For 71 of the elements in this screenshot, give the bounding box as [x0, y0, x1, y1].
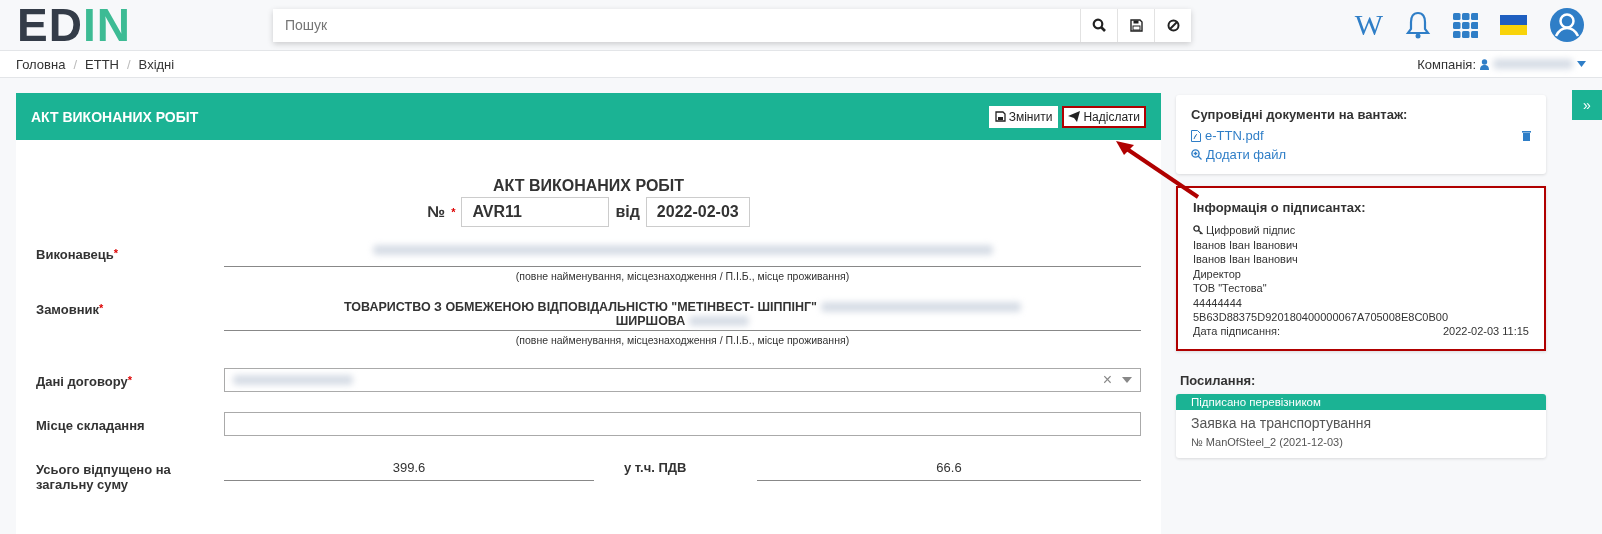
bell-icon[interactable] [1405, 10, 1431, 40]
field-label: Дані договору [36, 374, 128, 389]
link-number: № ManOfSteel_2 (2021-12-03) [1191, 435, 1344, 448]
signer-detail: 5B63D88375D920180400000067A705008E8C0B00 [1193, 310, 1450, 325]
trash-icon[interactable] [1522, 130, 1531, 141]
wiki-link[interactable]: W [1354, 10, 1383, 40]
breadcrumb-link[interactable]: Головна [16, 56, 66, 72]
field-label: Виконавець [36, 247, 114, 262]
field-label: Місце складання [36, 418, 145, 433]
clear-icon[interactable]: × [1102, 371, 1112, 389]
search-field[interactable]: Пошук [273, 8, 1191, 42]
required-mark: * [127, 374, 132, 386]
status-banner: Підписано перевізником [1176, 393, 1546, 410]
field-label: Усього відпущено на загальну суму [36, 462, 171, 492]
pdf-file-icon [1191, 129, 1201, 142]
breadcrumb-link[interactable]: ЕТТН [85, 56, 119, 72]
edit-button[interactable]: Змінити [988, 105, 1059, 128]
required-mark: * [99, 302, 104, 314]
paper-plane-icon [1068, 111, 1081, 122]
date-field[interactable]: 2022-02-03 [645, 197, 750, 227]
field-hint: (повне найменування, місцезнаходження / П.І.Б., місце проживання) [514, 334, 851, 346]
date-label: від [615, 203, 640, 221]
flag-icon[interactable] [1500, 15, 1527, 35]
caret-down-icon[interactable] [1577, 61, 1586, 67]
document-title: АКТ ВИКОНАНИХ РОБІТ [31, 108, 199, 125]
logo[interactable]: EDIN [17, 2, 273, 48]
sign-date-value: 2022-02-03 11:15 [1442, 324, 1529, 337]
breadcrumb-separator: / [73, 56, 78, 72]
field-hint: (повне найменування, місцезнаходження / П.І.Б., місце проживання) [514, 270, 851, 282]
signature-label: Цифровий підпис [1206, 223, 1296, 238]
vat-label: у т.ч. ПДВ [623, 459, 688, 475]
signer-detail: 44444444 [1193, 295, 1243, 310]
vat-value: 66.6 [757, 456, 1141, 481]
user-icon [1480, 58, 1489, 70]
apps-grid-icon[interactable] [1453, 12, 1478, 38]
clear-button[interactable] [1154, 8, 1191, 42]
company-label: Компанія: [1417, 56, 1476, 72]
file-link[interactable]: e-TTN.pdf [1205, 128, 1264, 143]
required-mark: * [451, 206, 456, 218]
card-title: Інформація о підписантах: [1193, 200, 1367, 215]
save-button[interactable] [1117, 8, 1154, 42]
link-title: Заявка на транспортування [1191, 414, 1373, 431]
form-title: АКТ ВИКОНАНИХ РОБІТ [491, 177, 686, 195]
required-mark: * [113, 247, 119, 259]
user-avatar-icon[interactable] [1549, 7, 1585, 43]
send-button[interactable]: Надіслати [1062, 105, 1146, 128]
link-card[interactable]: Підписано перевізником Заявка на транспортування № ManOfSteel_2 (2021-12-03) [1176, 393, 1546, 458]
breadcrumb-link[interactable]: Вхідні [138, 56, 175, 72]
signer-detail: Іванов Іван Іванович [1193, 237, 1299, 252]
add-file-link[interactable]: Додати файл [1206, 147, 1287, 162]
number-label: № [427, 203, 446, 221]
field-label: Замовник [36, 302, 100, 317]
key-icon [1193, 225, 1204, 236]
total-value: 399.6 [224, 456, 594, 481]
signer-detail: Директор [1193, 266, 1242, 281]
signer-detail: Іванов Іван Іванович [1193, 252, 1299, 267]
party-name: ТОВАРИСТВО З ОБМЕЖЕНОЮ ВІДПОВІДАЛЬНІСТЮ "МЕТІНВЕСТ- ШІППІНГ" [344, 300, 817, 314]
number-field[interactable]: AVR11 [461, 197, 610, 227]
caret-down-icon[interactable] [1122, 377, 1132, 383]
signer-detail: ТОВ "Тестова" [1193, 281, 1268, 296]
contract-select[interactable]: × [224, 368, 1141, 392]
search-icon [1092, 18, 1106, 32]
sign-date-label: Дата підписання: [1193, 324, 1281, 337]
prohibited-icon [1166, 18, 1180, 32]
card-title: Супровідні документи на вантаж: [1191, 107, 1409, 122]
links-title: Посилання: [1179, 372, 1257, 388]
party-name: ШИРШОВА [615, 314, 686, 328]
place-input[interactable] [224, 412, 1141, 436]
search-button[interactable] [1080, 8, 1117, 42]
breadcrumb-separator: / [127, 56, 131, 72]
zoom-in-icon [1191, 149, 1202, 160]
